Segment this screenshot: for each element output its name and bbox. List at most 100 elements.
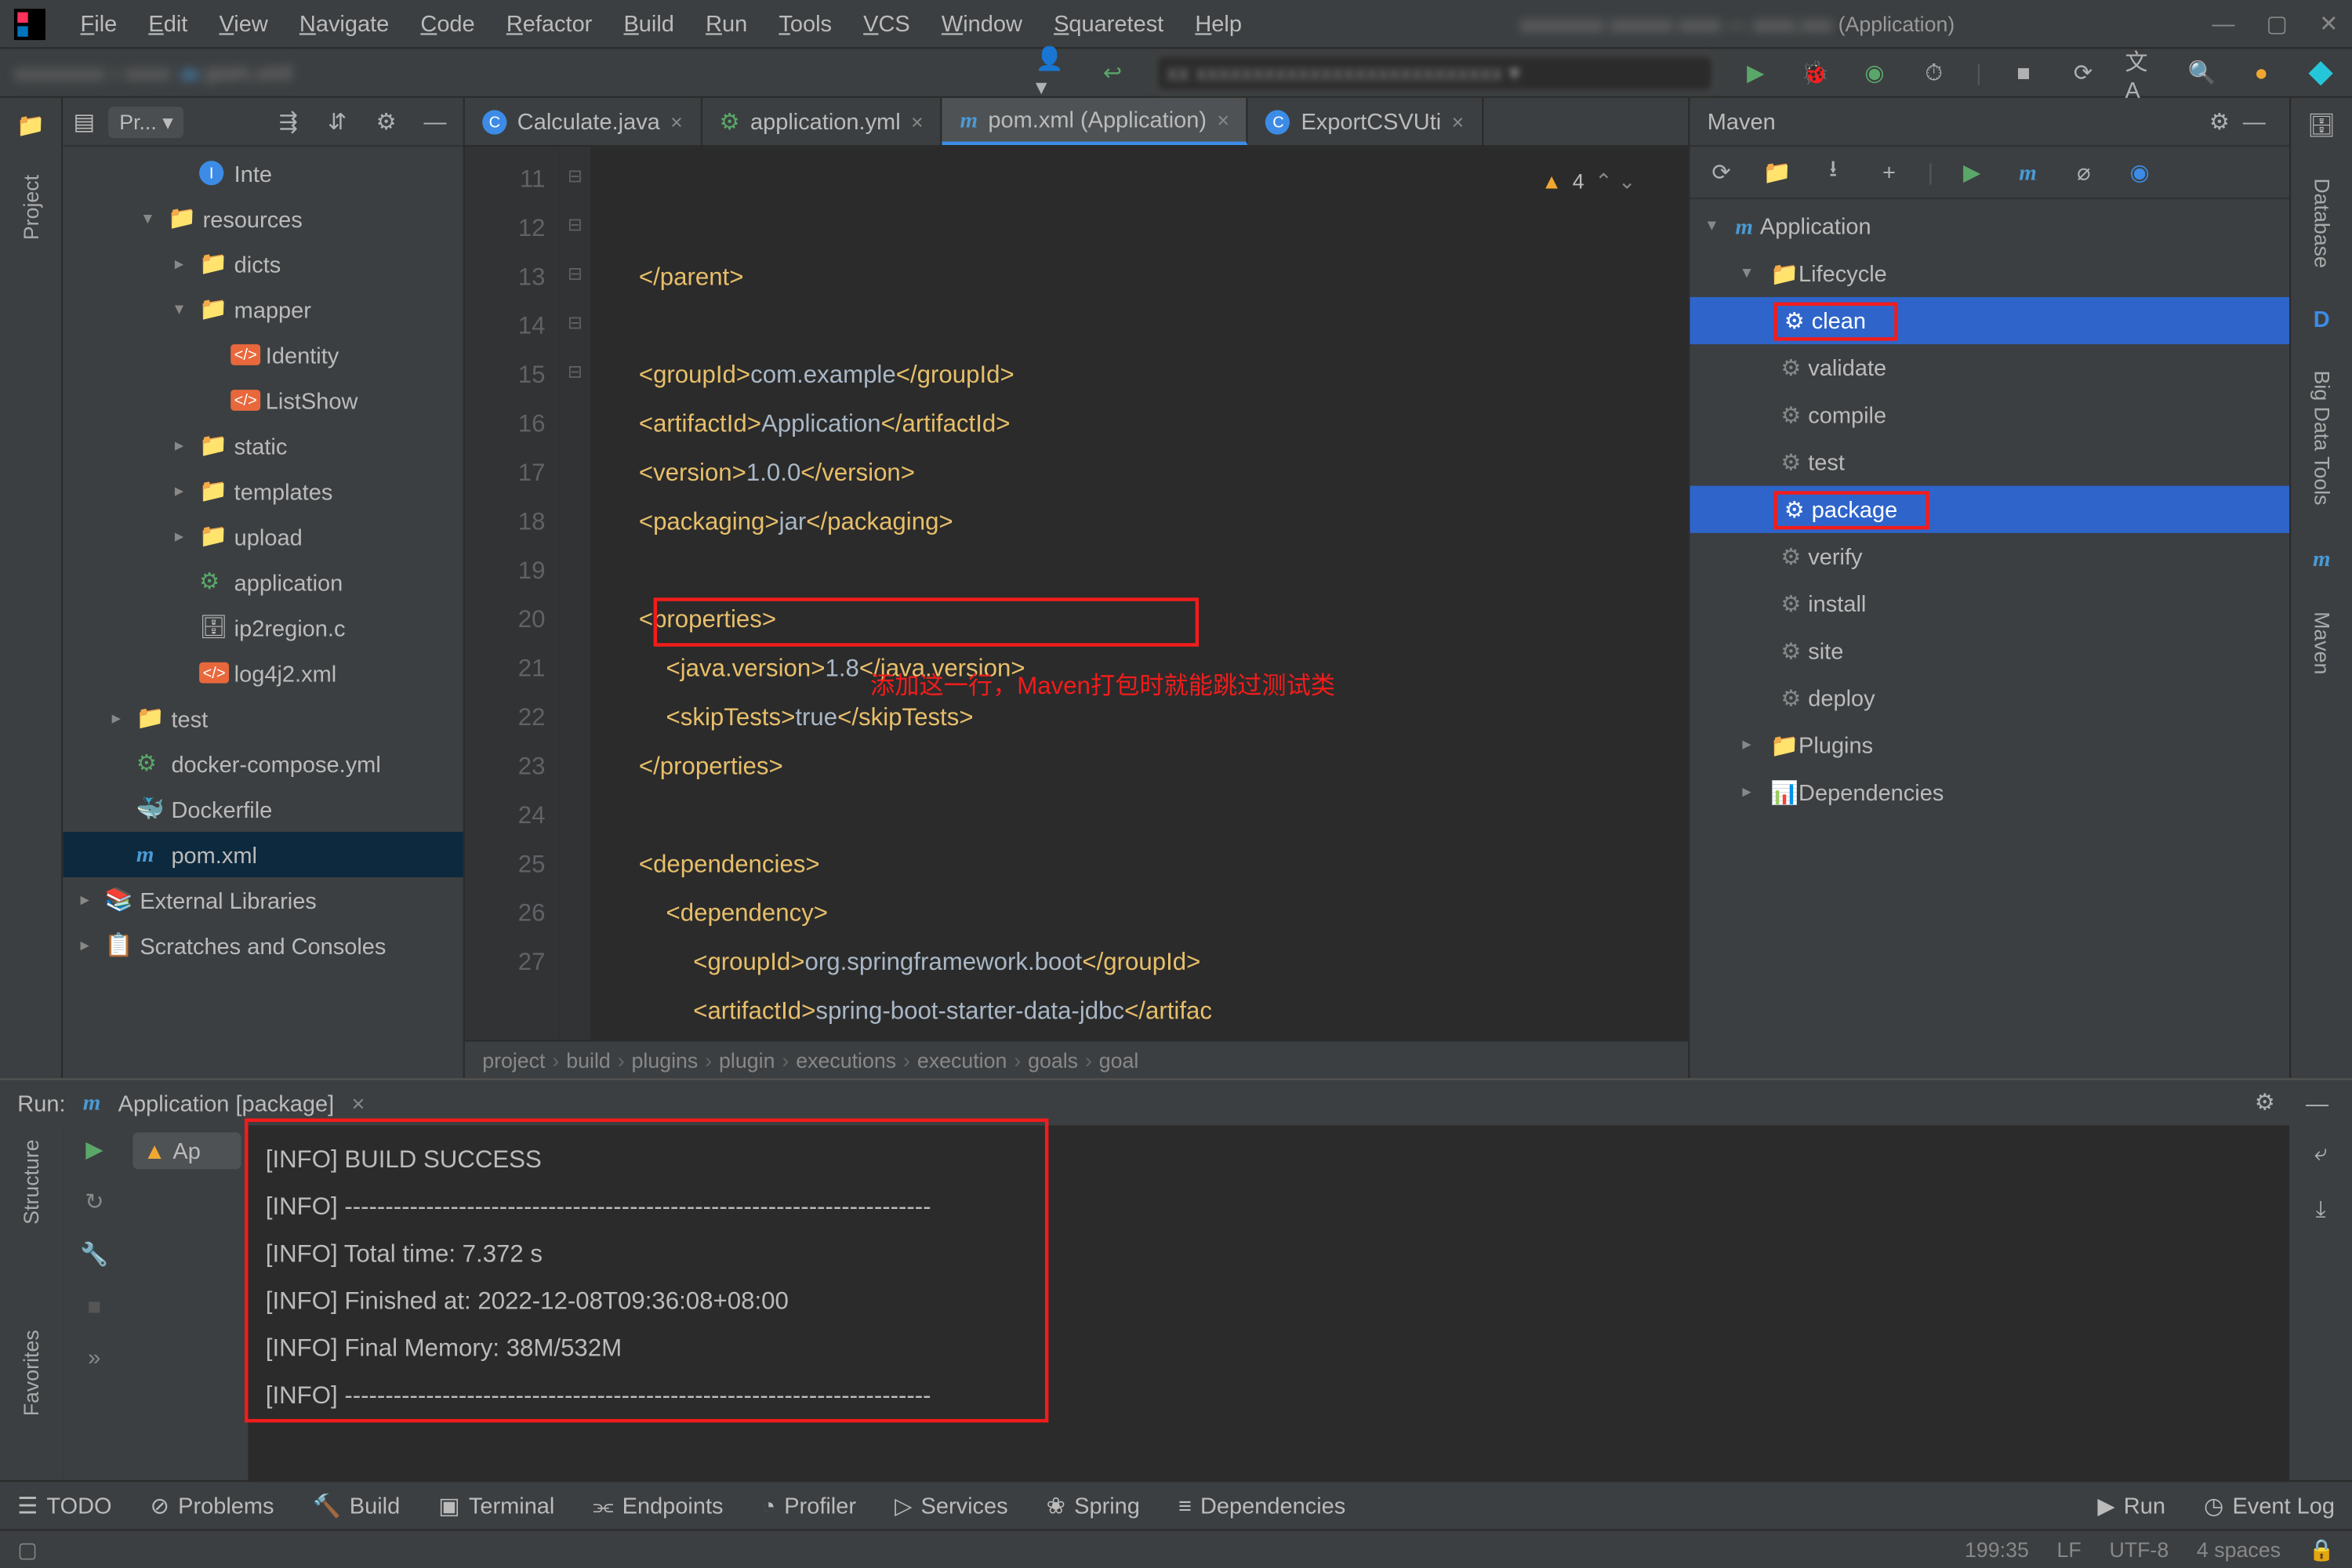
tree-item-mapper[interactable]: ▾📁mapper <box>63 287 463 332</box>
project-view-selector[interactable]: Pr... ▾ <box>109 106 183 137</box>
project-tool-icon[interactable]: 📁 <box>16 112 45 140</box>
bigdata-icon[interactable]: D <box>2314 307 2330 332</box>
reload-icon[interactable]: ⟳ <box>1704 154 1739 190</box>
close-tab-icon[interactable]: × <box>670 109 683 133</box>
tool-eventlog[interactable]: ◷ Event Log <box>2204 1491 2335 1519</box>
scroll-to-end-icon[interactable]: ⤓ <box>2303 1192 2339 1227</box>
project-tree[interactable]: IInte▾📁resources▸📁dicts▾📁mapper</>Identi… <box>63 147 463 1078</box>
maximize-button[interactable]: ▢ <box>2267 9 2288 38</box>
coverage-button[interactable]: ◉ <box>1857 55 1893 90</box>
stop-button[interactable]: ■ <box>2006 55 2042 90</box>
gear-icon[interactable]: ⚙ <box>368 104 404 140</box>
tree-item-identity[interactable]: </>Identity <box>63 332 463 378</box>
tab-project[interactable]: Project <box>18 175 42 240</box>
menu-run[interactable]: Run <box>691 7 761 40</box>
tool-build[interactable]: 🔨 Build <box>313 1491 401 1519</box>
tool-terminal[interactable]: ▣ Terminal <box>438 1491 554 1519</box>
ide-update-icon[interactable]: ● <box>2244 55 2279 90</box>
readonly-lock-icon[interactable]: 🔒 <box>2309 1537 2335 1561</box>
tool-todo[interactable]: ☰ TODO <box>17 1491 111 1519</box>
tree-item-pom-xml[interactable]: mpom.xml <box>63 832 463 877</box>
crumb-execution[interactable]: execution <box>917 1047 1007 1072</box>
tree-item-listshow[interactable]: </>ListShow <box>63 377 463 423</box>
code-area[interactable]: </parent> <groupId>com.example</groupId>… <box>590 147 1688 1040</box>
tree-item-log4j2-xml[interactable]: </>log4j2.xml <box>63 650 463 695</box>
close-tab-icon[interactable]: × <box>911 109 924 133</box>
database-icon[interactable]: 🗄 <box>2307 112 2336 140</box>
hide-panel-icon[interactable]: — <box>2299 1085 2335 1120</box>
translate-icon[interactable]: 文A <box>2125 55 2160 90</box>
menu-edit[interactable]: Edit <box>135 7 202 40</box>
maven-phase-validate[interactable]: ⚙validate <box>1690 344 2289 391</box>
expand-all-icon[interactable]: ⇵ <box>320 104 355 140</box>
stop-icon[interactable]: ■ <box>88 1293 102 1319</box>
menu-navigate[interactable]: Navigate <box>285 7 403 40</box>
tab-database[interactable]: Database <box>2310 178 2334 268</box>
run-config-selector[interactable]: xx xxxxxxxxxxxxxxxxxxxxxxxxxxx ▾ <box>1154 53 1713 92</box>
maven-lifecycle[interactable]: ▾📁 Lifecycle <box>1690 250 2289 297</box>
menu-window[interactable]: Window <box>927 7 1036 40</box>
menu-build[interactable]: Build <box>610 7 688 40</box>
crumb-project[interactable]: project <box>482 1047 545 1072</box>
tree-item-upload[interactable]: ▸📁upload <box>63 514 463 559</box>
editor-tab-3[interactable]: C ExportCSVUti × <box>1249 98 1483 145</box>
statusbar-icon[interactable]: ▢ <box>17 1537 37 1561</box>
tree-item-external-libraries[interactable]: ▸📚External Libraries <box>63 877 463 923</box>
hide-panel-icon[interactable]: — <box>2237 104 2272 140</box>
tool-profiler[interactable]: ◔ Profiler <box>762 1493 856 1519</box>
tool-dependencies[interactable]: ≡ Dependencies <box>1178 1493 1345 1519</box>
select-opened-icon[interactable]: ⇶ <box>270 104 306 140</box>
tree-item-ip2region-c[interactable]: 🗄ip2region.c <box>63 604 463 650</box>
crumb-plugins[interactable]: plugins <box>632 1047 699 1072</box>
maven-root[interactable]: ▾mApplication <box>1690 203 2289 250</box>
editor-tab-1[interactable]: ⚙ application.yml × <box>702 98 942 145</box>
crumb-executions[interactable]: executions <box>796 1047 896 1072</box>
show-deps-icon[interactable]: ◉ <box>2122 154 2158 190</box>
wrench-icon[interactable]: 🔧 <box>80 1241 108 1269</box>
rerun-icon[interactable]: ▶ <box>85 1136 103 1164</box>
menu-squaretest[interactable]: Squaretest <box>1040 7 1178 40</box>
maven-phase-install[interactable]: ⚙install <box>1690 580 2289 627</box>
maven-dependencies[interactable]: ▸📊 Dependencies <box>1690 769 2289 816</box>
fold-gutter[interactable]: ⊟⊟⊟⊟⊟ <box>559 147 590 1040</box>
tool-run[interactable]: ▶ Run <box>2097 1491 2165 1519</box>
close-tab-icon[interactable]: × <box>1217 107 1229 132</box>
editor-tab-0[interactable]: C Calculate.java × <box>465 98 702 145</box>
project-view-icon[interactable]: ▤ <box>74 107 95 136</box>
tree-item-test[interactable]: ▸📁test <box>63 695 463 741</box>
maven-plugins[interactable]: ▸📁 Plugins <box>1690 722 2289 769</box>
editor-tab-2[interactable]: m pom.xml (Application) × <box>942 98 1248 145</box>
tool-problems[interactable]: ⊘ Problems <box>151 1491 274 1519</box>
line-separator[interactable]: LF <box>2057 1537 2082 1561</box>
crumb-build[interactable]: build <box>566 1047 611 1072</box>
menu-vcs[interactable]: VCS <box>849 7 924 40</box>
tab-favorites[interactable]: Favorites <box>20 1330 44 1416</box>
maven-phase-compile[interactable]: ⚙compile <box>1690 391 2289 438</box>
tree-item-docker-compose-yml[interactable]: ⚙docker-compose.yml <box>63 741 463 786</box>
maven-phase-verify[interactable]: ⚙verify <box>1690 533 2289 580</box>
download-icon[interactable]: ⭳ <box>1816 154 1851 190</box>
maven-phase-package[interactable]: ⚙package <box>1690 486 2289 533</box>
menu-code[interactable]: Code <box>407 7 489 40</box>
tree-item-application[interactable]: ⚙application <box>63 559 463 604</box>
editor[interactable]: 1112131415161718192021222324252627 ⊟⊟⊟⊟⊟… <box>465 147 1688 1040</box>
tree-item-templates[interactable]: ▸📁templates <box>63 468 463 514</box>
close-tab-icon[interactable]: × <box>1452 109 1465 133</box>
vcs-update-icon[interactable]: ⟳ <box>2066 55 2101 90</box>
close-button[interactable]: ✕ <box>2319 9 2338 38</box>
profile-button[interactable]: ⏱ <box>1916 55 1951 90</box>
crumb-plugin[interactable]: plugin <box>719 1047 775 1072</box>
run-tab[interactable]: ▲Ap <box>132 1132 241 1169</box>
console-output[interactable]: [INFO] BUILD SUCCESS[INFO] -------------… <box>249 1125 2289 1479</box>
tree-item-resources[interactable]: ▾📁resources <box>63 196 463 241</box>
tree-item-dockerfile[interactable]: 🐳Dockerfile <box>63 786 463 832</box>
toggle-skip-tests-icon[interactable]: ⌀ <box>2067 154 2102 190</box>
crumb-goal[interactable]: goal <box>1099 1047 1139 1072</box>
maven-tree[interactable]: ▾mApplication ▾📁 Lifecycle ⚙clean⚙valida… <box>1690 199 2289 1078</box>
maven-phase-deploy[interactable]: ⚙deploy <box>1690 674 2289 721</box>
tool-endpoints[interactable]: ⫘ Endpoints <box>593 1491 723 1519</box>
tree-item-static[interactable]: ▸📁static <box>63 423 463 468</box>
menu-tools[interactable]: Tools <box>765 7 846 40</box>
tool-services[interactable]: ▷ Services <box>895 1491 1008 1519</box>
back-icon[interactable]: ↩ <box>1095 55 1131 90</box>
